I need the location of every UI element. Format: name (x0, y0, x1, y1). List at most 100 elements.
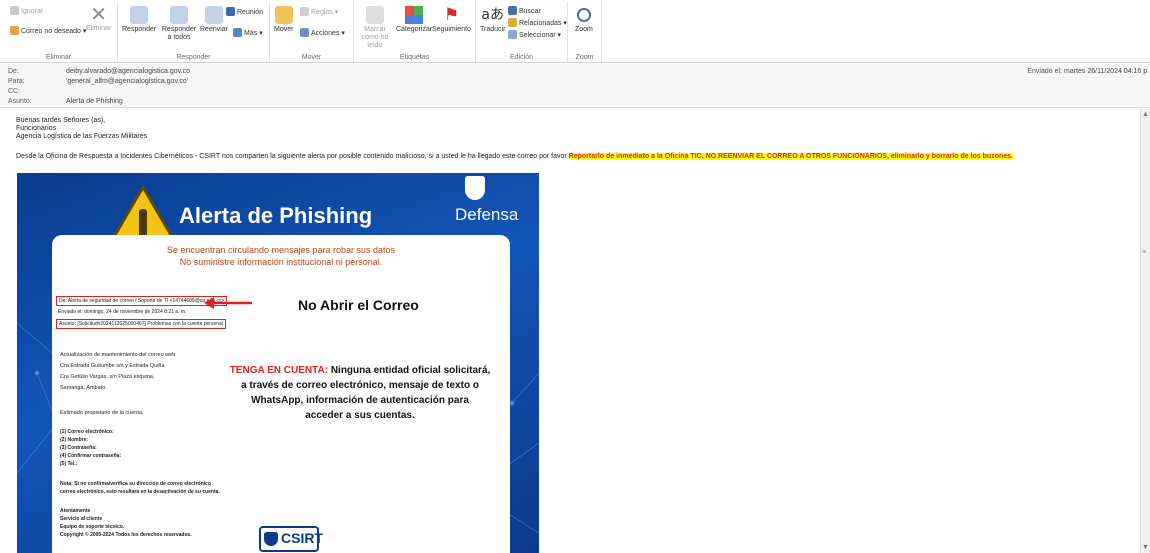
fake-greeting: Estimado propietario de la cuenta, (60, 410, 144, 416)
junk-icon (10, 26, 19, 35)
mark-unread-button[interactable]: Marcar como no leído (357, 6, 393, 50)
fake-address-block: Actualización de mantenimiento del corre… (60, 350, 175, 394)
move-icon (274, 6, 293, 24)
fake-form-fields: (1) Correo electrónico: (2) Nombre: (3) … (60, 428, 121, 468)
paragraph-highlight: Reportarlo de inmediato a la Oficina TIC… (568, 153, 1013, 160)
ignore-button[interactable]: Ignorar (10, 6, 43, 16)
fake-field-2: (2) Nombre: (60, 437, 89, 443)
fake-address-line-4: Samanga, Ambato. (60, 385, 107, 391)
cc-label: CC: (8, 88, 21, 95)
tenga-line-1: TENGA EN CUENTA: Ninguna entidad oficial… (212, 363, 508, 378)
find-button[interactable]: Buscar (508, 6, 541, 16)
ignore-icon (10, 6, 19, 15)
fake-address-line-2: Cra Estrada Guitumbe s/n y Estrada Quiña (60, 363, 165, 369)
greeting-line3: Agencia Logística de las Fuerzas Militar… (16, 133, 148, 140)
group-eliminar: Ignorar ✕ Eliminar Correo no deseado ▾ E… (0, 2, 118, 62)
reply-all-button[interactable]: Responder a todos (160, 6, 198, 42)
tenga-text-2: a través de correo electrónico, mensaje … (241, 380, 479, 391)
reply-button[interactable]: Responder (122, 6, 156, 34)
scroll-thumb-grip-icon[interactable]: ≡ (1142, 249, 1146, 256)
subject-value: Alerta de Phishing (66, 98, 123, 105)
tenga-label: TENGA EN CUENTA: (229, 365, 329, 376)
red-arrow-icon (204, 297, 252, 309)
ribbon: Ignorar ✕ Eliminar Correo no deseado ▾ E… (0, 0, 1150, 63)
greeting-line2: Funcionarios (16, 125, 57, 132)
group-zoom: Zoom Zoom (568, 2, 602, 62)
zoom-button[interactable]: Zoom (575, 6, 593, 34)
from-label: De: (8, 68, 19, 75)
group-label-zoom: Zoom (575, 54, 594, 61)
fake-note-line-1: Nota: Si no confirma/verifica su direcci… (60, 481, 211, 487)
meeting-icon (226, 7, 235, 16)
more-button[interactable]: Más ▾ (233, 28, 263, 38)
subject-label: Asunto: (8, 98, 32, 105)
group-label-eliminar: Eliminar (45, 54, 72, 61)
select-icon (508, 30, 517, 39)
fake-note: Nota: Si no confirma/verifica su direcci… (60, 480, 220, 496)
phishing-alert-image: Alerta de Phishing Defensa Se encuentran… (17, 173, 539, 553)
paragraph-text: Desde la Oficina de Respuesta a Incident… (16, 153, 567, 160)
to-value[interactable]: 'general_alfm@agencialogistica.gov.co' (66, 78, 188, 85)
followup-button[interactable]: ⚑ Seguimiento (432, 6, 471, 34)
brand-defensa: Defensa (455, 205, 519, 224)
reply-icon (130, 6, 149, 24)
fake-sent-line: Enviado el: domingo, 24 de noviembre de … (58, 309, 187, 315)
rules-button[interactable]: Reglas ▾ (300, 7, 338, 17)
message-header: De: deiby.alvarado@agencialogistica.gov.… (0, 64, 1150, 108)
related-button[interactable]: Relacionadas ▾ (508, 18, 567, 28)
flag-icon: ⚑ (443, 5, 460, 24)
fake-signature-line-3: Equipo de soporte técnico. (60, 524, 125, 530)
fake-field-3: (3) Contraseña: (60, 445, 97, 451)
alert-title: Alerta de Phishing (179, 203, 373, 228)
reply-all-icon (170, 6, 188, 24)
fake-signature-line-2: Servicio al cliente (60, 516, 103, 522)
no-abrir-heading: No Abrir el Correo (298, 297, 419, 313)
forward-icon (205, 6, 223, 24)
alert-subtitle-2: No suministre información institucional … (179, 257, 383, 267)
body-paragraph: Desde la Oficina de Respuesta a Incident… (16, 153, 1126, 160)
delete-button[interactable]: ✕ Eliminar (86, 5, 111, 33)
fake-field-4: (4) Confirmar contraseña: (60, 453, 122, 459)
meeting-button[interactable]: Reunión (226, 7, 263, 17)
select-button[interactable]: Seleccionar ▾ (508, 30, 561, 40)
group-label-etiquetas: Etiquetas (399, 54, 430, 61)
csirt-logo: CSIRT (259, 526, 323, 552)
alert-card: Se encuentran circulando mensajes para r… (52, 235, 510, 553)
categorize-icon (405, 6, 424, 24)
alert-subtitle-1: Se encuentran circulando mensajes para r… (166, 245, 396, 255)
fake-address-line-3: Cra Getúlio Vargas, s/n Plaza esquina, (60, 374, 155, 380)
actions-icon (300, 28, 309, 37)
group-responder: Responder Responder a todos Reenviar Reu… (118, 2, 270, 62)
fake-copyright: Copyright © 2005-2024 Todos los derechos… (60, 532, 192, 538)
actions-button[interactable]: Acciones ▾ (300, 28, 345, 38)
translate-icon: aあ (481, 7, 504, 23)
group-mover: Mover Reglas ▾ Acciones ▾ Mover (270, 2, 354, 62)
group-etiquetas: Marcar como no leído Categorizar ⚑ Segui… (354, 2, 476, 62)
shield-icon (465, 176, 485, 200)
fake-field-1: (1) Correo electrónico: (60, 429, 114, 435)
delete-icon: ✕ (90, 4, 108, 26)
move-button[interactable]: Mover (274, 6, 293, 34)
junk-button[interactable]: Correo no deseado ▾ (10, 26, 86, 36)
rules-icon (300, 7, 309, 16)
fake-note-line-2: correo electrónico, esto resultará en la… (60, 489, 220, 495)
from-value[interactable]: deiby.alvarado@agencialogistica.gov.co (66, 68, 190, 75)
fake-field-5: (5) Tel.: (60, 461, 78, 467)
scroll-down-icon[interactable]: ▼ (1142, 544, 1149, 551)
more-icon (233, 28, 242, 37)
fake-subject-line: Asunto: [Solicitud#2024112025000467] Pro… (56, 319, 226, 329)
sent-value: martes 26/11/2024 04:16 p.m. (1064, 68, 1148, 75)
forward-button[interactable]: Reenviar (200, 6, 228, 34)
group-label-mover: Mover (301, 54, 322, 61)
tenga-en-cuenta-block: TENGA EN CUENTA: Ninguna entidad oficial… (212, 363, 508, 423)
translate-button[interactable]: aあ Traducir (480, 6, 505, 34)
vertical-scrollbar[interactable]: ▲ ≡ ▼ (1140, 109, 1150, 553)
categorize-button[interactable]: Categorizar (396, 6, 432, 34)
scroll-up-icon[interactable]: ▲ (1142, 111, 1149, 118)
fake-from-line: De: Alerta de seguridad de correo / Sopo… (56, 296, 228, 306)
group-label-edicion: Edición (510, 54, 533, 61)
to-label: Para: (8, 78, 25, 85)
binoculars-icon (508, 6, 517, 15)
fake-address-line-1: Actualización de mantenimiento del corre… (60, 352, 176, 358)
magnifier-icon (576, 8, 591, 22)
